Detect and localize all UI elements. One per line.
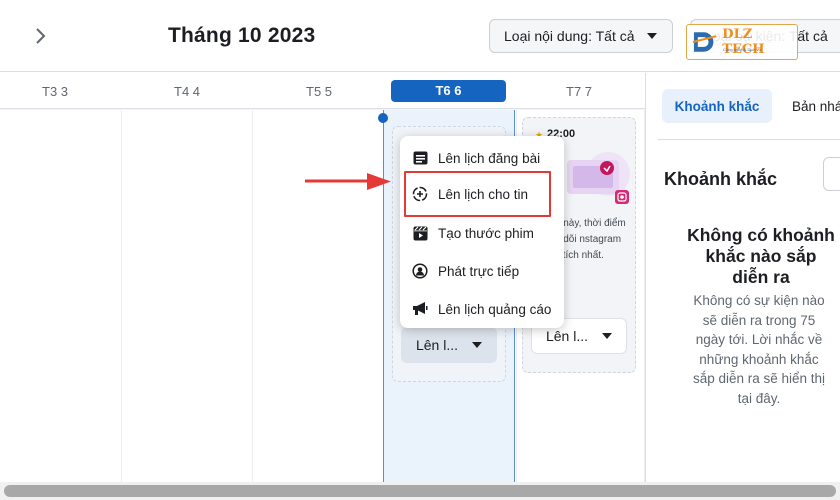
day-label-today[interactable]: T6 6 [391,80,506,102]
content-type-filter-label: Loại nội dung: Tất cả [504,28,635,44]
month-title: Tháng 10 2023 [168,24,316,47]
highlight-box [404,171,551,217]
menu-item-label: Tạo thước phim [438,225,534,241]
watermark-logo: DLZ TECH Công nghệ & Dịch vụ [686,24,798,60]
schedule-dropdown-button[interactable]: Lên l... [401,327,497,363]
megaphone-icon [412,301,428,317]
content-type-filter[interactable]: Loại nội dung: Tất cả [489,19,673,53]
empty-state-title: Không có khoảnh khắc nào sắp diễn ra [687,225,835,287]
menu-item-label: Phát trực tiếp [438,263,520,279]
live-icon [412,263,428,279]
sidebar-options-button[interactable] [823,157,840,191]
moments-sidebar: Khoảnh khắc Bản nháp Khoảnh khắc Không c… [645,73,840,482]
post-icon [412,150,428,166]
menu-item-label: Lên lịch quảng cáo [438,301,552,317]
menu-item-label: Lên lịch đăng bài [438,150,541,166]
caret-down-icon [472,342,483,348]
caret-down-icon [602,333,613,339]
schedule-menu: Lên lịch đăng bài Lên lịch cho tin Tạo t… [400,136,564,328]
chevron-right-icon[interactable] [30,26,50,46]
pointer-arrow-icon [305,173,391,190]
logo-subtext: Công nghệ & Dịch vụ [723,47,761,52]
reel-icon [412,225,428,241]
menu-item-create-reel[interactable]: Tạo thước phim [400,215,564,251]
empty-state-description: Không có sự kiện nào sẽ diễn ra trong 75… [692,293,826,406]
scrollbar-thumb[interactable] [4,485,836,497]
tab-drafts[interactable]: Bản nháp [792,99,840,114]
logo-text: DLZ TECH [722,27,765,57]
top-bar: Tháng 10 2023 Loại nội dung: Tất cả Loại… [0,0,840,72]
day-header-row: T3 3 T4 4 T5 5 T6 6 T7 7 [0,73,645,109]
schedule-button-label: Lên l... [415,337,459,353]
caret-down-icon [646,33,657,39]
horizontal-scrollbar[interactable] [0,482,840,500]
schedule-button-label: Lên l... [545,328,589,344]
grid-divider [252,110,253,482]
grid-divider [121,110,122,482]
current-time-indicator [378,113,388,123]
menu-item-go-live[interactable]: Phát trực tiếp [400,253,564,289]
day-label[interactable]: T5 5 [306,84,332,99]
instagram-illustration [567,152,630,204]
menu-item-schedule-ad[interactable]: Lên lịch quảng cáo [400,291,564,327]
logo-mark-icon [692,32,717,52]
sidebar-heading: Khoảnh khắc [664,169,778,189]
day-label[interactable]: T3 3 [42,84,68,99]
tab-moments[interactable]: Khoảnh khắc [662,89,772,123]
sidebar-divider [658,139,840,140]
day-label[interactable]: T4 4 [174,84,200,99]
day-label[interactable]: T7 7 [566,84,592,99]
